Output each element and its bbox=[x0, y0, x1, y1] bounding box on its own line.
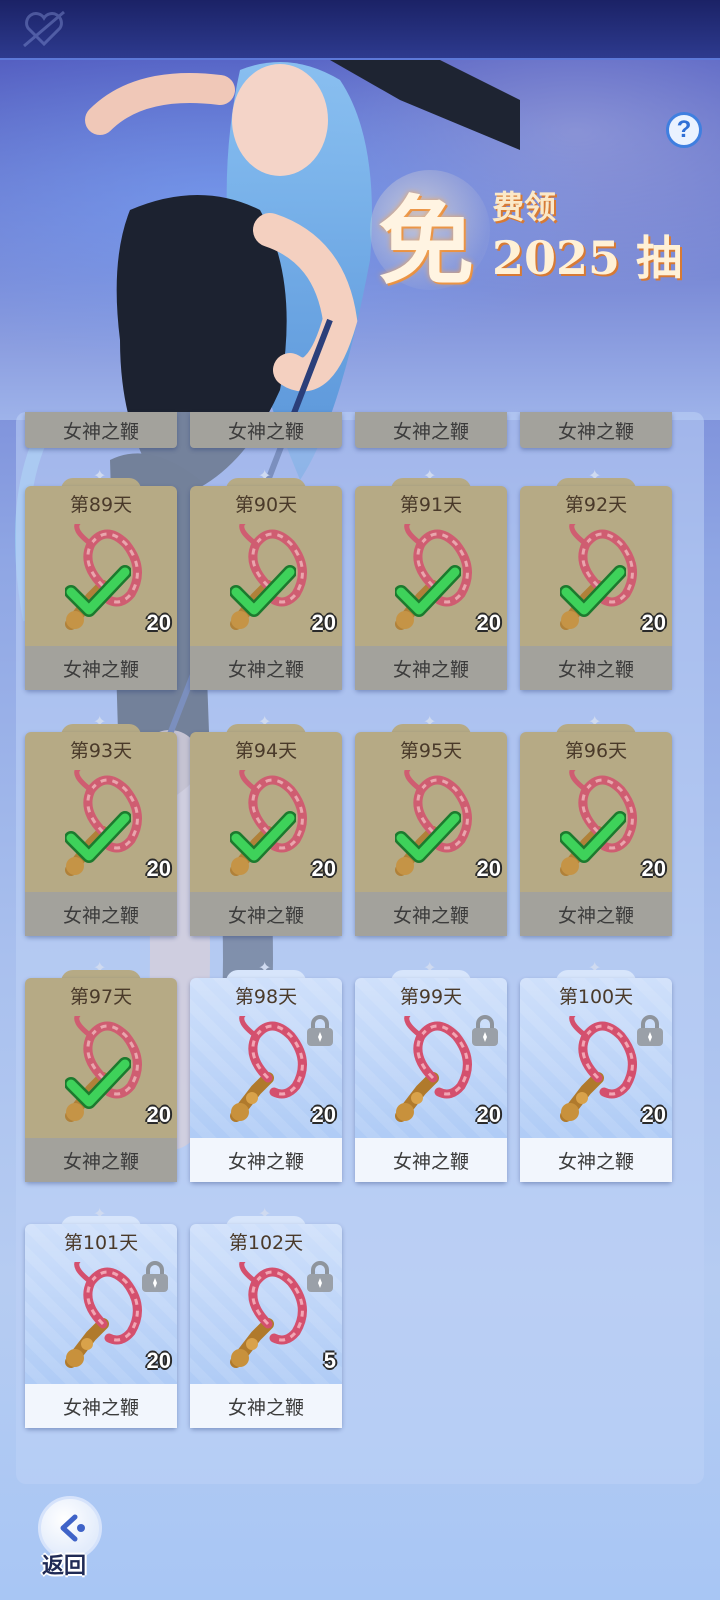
reward-day-label: 第93天 bbox=[69, 740, 133, 762]
reward-quantity: 20 bbox=[311, 1102, 336, 1127]
reward-day-label: 第91天 bbox=[399, 494, 463, 516]
reward-quantity: 20 bbox=[476, 856, 501, 881]
reward-day-label: 第95天 bbox=[399, 740, 463, 762]
reward-day-label: 第99天 bbox=[399, 986, 463, 1008]
reward-day-label: 第92天 bbox=[564, 494, 628, 516]
reward-card-name-partial[interactable]: 女神之鞭 bbox=[190, 412, 342, 448]
reward-item-name: 女神之鞭 bbox=[190, 892, 342, 936]
reward-item-name: 女神之鞭 bbox=[190, 646, 342, 690]
reward-card[interactable]: ✦ 第102天 5 女神之鞭 bbox=[190, 1204, 342, 1428]
goddess-whip-icon bbox=[216, 1257, 316, 1372]
checkmark-icon bbox=[559, 810, 627, 864]
reward-card[interactable]: ✦ 第90天 20 女神之鞭 bbox=[190, 466, 342, 690]
reward-card[interactable]: ✦ 第99天 20 女神之鞭 bbox=[355, 958, 507, 1182]
reward-card[interactable]: ✦ 第101天 20 女神之鞭 bbox=[25, 1204, 177, 1428]
reward-quantity: 20 bbox=[146, 1348, 171, 1373]
reward-day-label: 第90天 bbox=[234, 494, 298, 516]
lock-icon bbox=[304, 1014, 336, 1048]
reward-quantity: 20 bbox=[311, 610, 336, 635]
reward-item-name: 女神之鞭 bbox=[520, 892, 672, 936]
reward-card[interactable]: ✦ 第100天 20 女神之鞭 bbox=[520, 958, 672, 1182]
free-draw-promo: 免 费领 2025 抽 bbox=[370, 170, 700, 300]
reward-card[interactable]: ✦ 第98天 20 女神之鞭 bbox=[190, 958, 342, 1182]
reward-quantity: 20 bbox=[476, 1102, 501, 1127]
checkmark-icon bbox=[64, 810, 132, 864]
reward-card[interactable]: ✦ 第91天 20 女神之鞭 bbox=[355, 466, 507, 690]
goddess-whip-icon bbox=[216, 1011, 316, 1126]
reward-item-name: 女神之鞭 bbox=[25, 1384, 177, 1428]
reward-day-label: 第97天 bbox=[69, 986, 133, 1008]
reward-quantity: 5 bbox=[323, 1348, 336, 1373]
reward-item-name: 女神之鞭 bbox=[520, 646, 672, 690]
reward-day-label: 第89天 bbox=[69, 494, 133, 516]
checkmark-icon bbox=[64, 564, 132, 618]
reward-day-label: 第101天 bbox=[63, 1232, 139, 1254]
reward-item-name: 女神之鞭 bbox=[25, 892, 177, 936]
reward-card-name-partial[interactable]: 女神之鞭 bbox=[520, 412, 672, 448]
back-button[interactable]: 返回 bbox=[38, 1496, 108, 1579]
reward-card[interactable]: ✦ 第94天 20 女神之鞭 bbox=[190, 712, 342, 936]
goddess-whip-icon bbox=[381, 1011, 481, 1126]
heart-arrow-icon bbox=[23, 10, 65, 48]
reward-quantity: 20 bbox=[146, 1102, 171, 1127]
reward-item-name: 女神之鞭 bbox=[355, 646, 507, 690]
reward-card-name-partial[interactable]: 女神之鞭 bbox=[355, 412, 507, 448]
reward-card[interactable]: ✦ 第96天 20 女神之鞭 bbox=[520, 712, 672, 936]
lock-icon bbox=[304, 1260, 336, 1294]
reward-quantity: 20 bbox=[146, 610, 171, 635]
reward-day-label: 第98天 bbox=[234, 986, 298, 1008]
reward-item-name: 女神之鞭 bbox=[25, 1138, 177, 1182]
reward-item-name: 女神之鞭 bbox=[355, 892, 507, 936]
checkmark-icon bbox=[64, 1056, 132, 1110]
reward-quantity: 20 bbox=[641, 856, 666, 881]
back-label: 返回 bbox=[42, 1554, 87, 1579]
reward-item-name: 女神之鞭 bbox=[355, 1138, 507, 1182]
goddess-whip-icon bbox=[51, 1257, 151, 1372]
reward-card[interactable]: ✦ 第97天 20 女神之鞭 bbox=[25, 958, 177, 1182]
reward-quantity: 20 bbox=[146, 856, 171, 881]
reward-card[interactable]: ✦ 第89天 20 女神之鞭 bbox=[25, 466, 177, 690]
reward-card-name-partial[interactable]: 女神之鞭 bbox=[25, 412, 177, 448]
reward-quantity: 20 bbox=[476, 610, 501, 635]
checkmark-icon bbox=[394, 564, 462, 618]
top-bar bbox=[0, 0, 720, 60]
reward-quantity: 20 bbox=[311, 856, 336, 881]
help-button[interactable]: ? bbox=[666, 112, 702, 148]
reward-day-label: 第102天 bbox=[228, 1232, 304, 1254]
lock-icon bbox=[634, 1014, 666, 1048]
reward-quantity: 20 bbox=[641, 1102, 666, 1127]
goddess-whip-icon bbox=[546, 1011, 646, 1126]
promo-big-char: 免 bbox=[378, 185, 474, 298]
reward-day-label: 第94天 bbox=[234, 740, 298, 762]
reward-quantity: 20 bbox=[641, 610, 666, 635]
reward-item-name: 女神之鞭 bbox=[520, 1138, 672, 1182]
reward-card[interactable]: ✦ 第95天 20 女神之鞭 bbox=[355, 712, 507, 936]
reward-item-name: 女神之鞭 bbox=[190, 1384, 342, 1428]
promo-line2: 2025 抽 bbox=[492, 231, 683, 285]
reward-item-name: 女神之鞭 bbox=[25, 646, 177, 690]
checkmark-icon bbox=[229, 564, 297, 618]
checkmark-icon bbox=[229, 810, 297, 864]
reward-card[interactable]: ✦ 第92天 20 女神之鞭 bbox=[520, 466, 672, 690]
reward-card[interactable]: ✦ 第93天 20 女神之鞭 bbox=[25, 712, 177, 936]
lock-icon bbox=[139, 1260, 171, 1294]
reward-item-name: 女神之鞭 bbox=[190, 1138, 342, 1182]
reward-day-label: 第100天 bbox=[558, 986, 634, 1008]
lock-icon bbox=[469, 1014, 501, 1048]
checkmark-icon bbox=[394, 810, 462, 864]
reward-day-label: 第96天 bbox=[564, 740, 628, 762]
checkmark-icon bbox=[559, 564, 627, 618]
